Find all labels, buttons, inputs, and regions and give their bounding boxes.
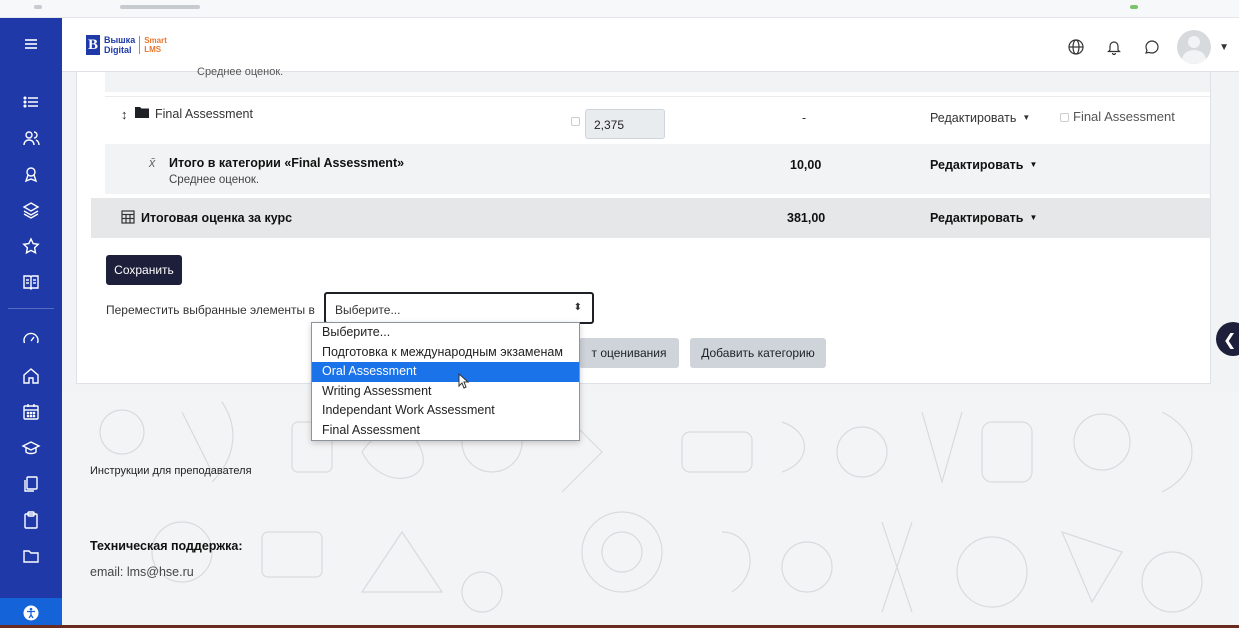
logo-divider: [139, 36, 141, 54]
range-value: 381,00: [787, 211, 826, 225]
edit-menu[interactable]: Редактировать ▼: [930, 211, 1037, 225]
range-value: 10,00: [790, 158, 822, 172]
strip-mark: [120, 5, 200, 9]
dashboard-icon[interactable]: [0, 321, 62, 357]
dropdown-option[interactable]: Выберите...: [312, 323, 579, 343]
move-handle-icon[interactable]: ↕: [121, 107, 128, 122]
grader-card: Среднее оценок. ↕ Final Assessment 2,375…: [76, 66, 1211, 384]
edit-menu[interactable]: Редактировать ▼: [930, 158, 1037, 172]
calendar-icon[interactable]: [0, 394, 62, 430]
chevron-left-icon: ❮: [1223, 332, 1237, 349]
edit-menu[interactable]: Редактировать ▼: [930, 111, 1030, 125]
select-checkbox[interactable]: [1060, 113, 1069, 122]
checkbox-label: Final Assessment: [1073, 109, 1175, 124]
user-avatar[interactable]: [1177, 30, 1212, 64]
dropdown-caret-icon: ▼: [1022, 113, 1031, 122]
logo-brand: Smart LMS: [144, 36, 167, 54]
top-navbar: B Вышка Digital Smart LMS ▼: [62, 18, 1239, 72]
participants-icon[interactable]: [0, 120, 62, 156]
navbar-icons: ▼: [1057, 30, 1229, 64]
category-name: Final Assessment: [155, 107, 253, 121]
support-email[interactable]: email: lms@hse.ru: [90, 565, 194, 579]
calculator-icon: [121, 210, 135, 227]
dropdown-option[interactable]: Final Assessment: [312, 421, 579, 441]
folder-icon[interactable]: [0, 538, 62, 574]
logo-line1: Вышка: [104, 35, 136, 45]
save-button[interactable]: Сохранить: [106, 255, 182, 285]
clipboard-icon[interactable]: [0, 502, 62, 538]
category-total-name: Итого в категории «Final Assessment»: [169, 156, 405, 170]
mouse-cursor-icon: [458, 372, 470, 394]
add-category-button[interactable]: Добавить категорию: [690, 338, 826, 368]
table-row: x̄ Итого в категории «Final Assessment» …: [105, 144, 1210, 194]
move-selected-label: Переместить выбранные элементы в: [106, 303, 315, 317]
list-icon[interactable]: [0, 84, 62, 120]
edit-label: Редактировать: [930, 211, 1024, 225]
support-heading: Техническая поддержка:: [90, 539, 243, 553]
logo-line2: Digital: [104, 45, 132, 55]
course-total-name: Итоговая оценка за курс: [141, 211, 293, 225]
files-icon[interactable]: [0, 466, 62, 502]
move-target-select[interactable]: Выберите... ⬍: [324, 292, 594, 324]
graduation-cap-icon[interactable]: [0, 430, 62, 466]
menu-icon[interactable]: [0, 26, 62, 62]
user-menu-caret-icon[interactable]: ▼: [1219, 42, 1229, 53]
select-value: Выберите...: [335, 303, 401, 317]
dropdown-caret-icon: ▼: [1029, 213, 1038, 222]
logo-brand2: LMS: [144, 45, 162, 54]
competencies-icon[interactable]: [0, 192, 62, 228]
aggregation-subtitle: Среднее оценок.: [169, 174, 260, 186]
sidebar-divider: [8, 308, 54, 309]
edit-label: Редактировать: [930, 111, 1017, 125]
accessibility-icon[interactable]: [0, 598, 62, 628]
strip-mark: [1130, 5, 1138, 9]
book-icon[interactable]: [0, 264, 62, 300]
browser-top-strip: [0, 0, 1239, 18]
home-icon[interactable]: [0, 358, 62, 394]
table-row: Итоговая оценка за курс 381,00 Редактиро…: [91, 198, 1210, 238]
language-globe-icon[interactable]: [1057, 32, 1095, 62]
dropdown-option[interactable]: Writing Assessment: [312, 382, 579, 402]
logo-mark: B: [86, 35, 100, 55]
notifications-bell-icon[interactable]: [1095, 32, 1133, 62]
star-icon[interactable]: [0, 228, 62, 264]
doodle-background: [99, 401, 1203, 613]
logo-text: Вышка Digital: [104, 35, 135, 55]
folder-category-icon: [135, 106, 149, 121]
select-dropdown-list: Выберите... Подготовка к международным э…: [311, 322, 580, 441]
cut-off-row: Среднее оценок.: [105, 66, 1210, 92]
dropdown-option[interactable]: Independant Work Assessment: [312, 401, 579, 421]
left-sidebar: [0, 18, 62, 628]
select-arrows-icon: ⬍: [573, 302, 582, 313]
grade-input[interactable]: 2,375: [585, 109, 665, 139]
cutoff-subtitle: Среднее оценок.: [197, 66, 284, 78]
strip-mark: [34, 5, 42, 9]
table-row: ↕ Final Assessment 2,375 - Редактировать…: [105, 96, 1210, 142]
override-checkbox[interactable]: [571, 117, 580, 126]
page-footer: Инструкции для преподавателя Техническая…: [62, 392, 1239, 628]
badges-icon[interactable]: [0, 156, 62, 192]
add-grade-item-button[interactable]: т оценивания: [579, 338, 679, 368]
range-value: -: [802, 111, 807, 125]
instructions-link[interactable]: Инструкции для преподавателя: [90, 465, 252, 477]
logo-brand1: Smart: [144, 36, 167, 45]
dropdown-option[interactable]: Подготовка к международным экзаменам: [312, 343, 579, 363]
dropdown-caret-icon: ▼: [1029, 160, 1038, 169]
messages-chat-icon[interactable]: [1133, 32, 1171, 62]
sigma-total-icon: x̄: [149, 156, 156, 170]
site-logo[interactable]: B Вышка Digital Smart LMS: [86, 34, 167, 56]
dropdown-option-highlighted[interactable]: Oral Assessment: [312, 362, 579, 382]
edit-label: Редактировать: [930, 158, 1024, 172]
